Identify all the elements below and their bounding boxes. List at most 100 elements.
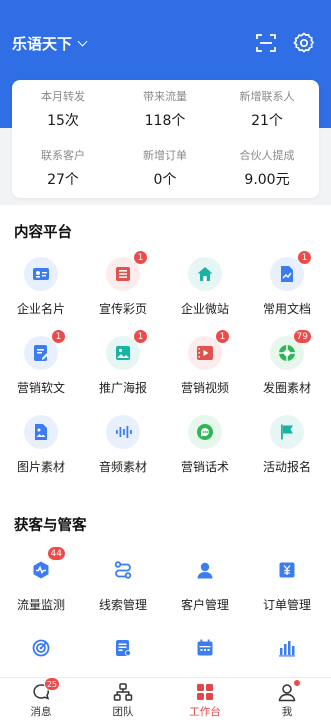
grid-item-label: 图片素材	[16, 460, 65, 474]
tab-label: 团队	[112, 706, 134, 718]
settings-icon[interactable]	[292, 31, 316, 55]
grid-item-document[interactable]: 1 常用文档	[246, 250, 328, 317]
stat-label: 联系客户	[41, 149, 85, 162]
grid-item-business-card[interactable]: 企业名片	[0, 257, 82, 317]
scan-icon[interactable]	[254, 31, 278, 55]
stat-item[interactable]: 本月转发 15次	[12, 88, 114, 130]
badge: 1	[133, 329, 148, 344]
team-icon	[113, 683, 133, 701]
badge: 1	[51, 329, 66, 344]
video-icon	[197, 346, 213, 360]
moments-icon	[279, 345, 295, 361]
grid-item-label: 线索管理	[98, 598, 147, 612]
grid-item-label: 发圈素材	[262, 381, 311, 395]
stat-item[interactable]: 新增订单 0个	[114, 147, 216, 189]
stat-value: 118个	[144, 113, 186, 129]
grid-item-label: 营销软文	[16, 381, 65, 395]
order-icon	[279, 562, 295, 578]
target-icon	[32, 639, 50, 657]
stat-label: 新增订单	[143, 149, 187, 162]
grid-item-list[interactable]	[82, 631, 164, 665]
grid-item-moments[interactable]: 79 发圈素材	[246, 329, 328, 396]
stat-label: 带来流量	[143, 90, 187, 103]
stat-value: 0个	[153, 172, 177, 188]
stat-value: 27个	[47, 172, 79, 188]
grid-item-label: 企业名片	[16, 302, 65, 316]
grid-item-article[interactable]: 1 营销软文	[0, 329, 82, 396]
script-icon	[197, 424, 213, 440]
grid-item-image[interactable]: 图片素材	[0, 415, 82, 475]
grid-item-label: 流量监测	[16, 598, 65, 612]
org-name: 乐语天下	[12, 35, 73, 53]
audio-icon	[116, 426, 132, 438]
grid-item-calendar[interactable]	[164, 631, 246, 665]
document-icon	[281, 266, 293, 282]
grid-item-label: 常用文档	[262, 302, 311, 316]
chevron-down-icon	[77, 36, 88, 47]
stat-value: 9.00元	[244, 172, 290, 188]
stat-item[interactable]: 联系客户 27个	[12, 147, 114, 189]
grid-item-label: 活动报名	[262, 460, 311, 474]
grid-item-poster[interactable]: 1 推广海报	[82, 329, 164, 396]
stat-label: 合伙人提成	[239, 149, 295, 162]
tab-team[interactable]: 团队	[82, 681, 164, 719]
grid-item-customer-management[interactable]: 客户管理	[164, 553, 246, 613]
stat-label: 本月转发	[41, 90, 85, 103]
stat-item[interactable]: 带来流量 118个	[114, 88, 216, 130]
grid-item-target[interactable]	[0, 631, 82, 665]
workbench-panel: 内容平台 企业名片 1 宣传彩页 企业微站 1 常用文档 1 营销软文 1 推广…	[0, 205, 331, 677]
tab-label: 工作台	[189, 706, 221, 718]
badge: 44	[46, 546, 66, 561]
badge: 79	[292, 329, 312, 344]
grid-item-event-signup[interactable]: 活动报名	[246, 415, 328, 475]
tab-label: 我	[281, 706, 293, 718]
stats-card: 本月转发 15次 带来流量 118个 新增联系人 21个 联系客户 27个 新增…	[12, 80, 319, 198]
tab-badge: 25	[43, 677, 60, 691]
grid-item-traffic-monitor[interactable]: 44 流量监测	[0, 546, 82, 613]
grid-item-label: 客户管理	[180, 598, 229, 612]
grid-item-label: 订单管理	[262, 598, 311, 612]
bottom-tabbar: 25 消息 团队 工作台 我	[0, 677, 331, 720]
stat-label: 新增联系人	[239, 90, 295, 103]
customer-icon	[197, 562, 213, 579]
clue-icon	[114, 561, 132, 579]
grid-item-audio[interactable]: 音频素材	[82, 415, 164, 475]
image-icon	[35, 424, 47, 440]
grid-item-label: 企业微站	[180, 302, 229, 316]
badge: 1	[215, 329, 230, 344]
monitor-icon	[33, 561, 49, 579]
stat-item[interactable]: 新增联系人 21个	[216, 88, 318, 130]
workbench-icon	[197, 684, 213, 700]
stat-value: 21个	[251, 113, 283, 129]
org-switcher[interactable]: 乐语天下	[12, 33, 88, 54]
bar-chart-icon	[279, 641, 295, 657]
grid-item-label: 营销话术	[180, 460, 229, 474]
badge: 1	[133, 250, 148, 265]
section-title-acquisition: 获客与管客	[14, 518, 87, 534]
grid-item-label: 营销视频	[180, 381, 229, 395]
stat-item[interactable]: 合伙人提成 9.00元	[216, 147, 318, 189]
tab-label: 消息	[30, 706, 52, 718]
business-card-icon	[33, 268, 49, 280]
grid-item-label: 宣传彩页	[98, 302, 147, 316]
grid-item-label: 推广海报	[98, 381, 147, 395]
section-title-content-platform: 内容平台	[14, 225, 72, 241]
calendar-icon	[197, 639, 213, 656]
badge: 1	[297, 250, 312, 265]
list-icon	[116, 640, 131, 656]
tab-messages[interactable]: 25 消息	[0, 677, 82, 719]
notification-dot	[293, 679, 301, 687]
stat-value: 15次	[47, 113, 79, 129]
microsite-icon	[197, 267, 213, 281]
tab-profile[interactable]: 我	[246, 679, 328, 719]
grid-item-order-management[interactable]: 订单管理	[246, 553, 328, 613]
grid-item-brochure[interactable]: 1 宣传彩页	[82, 250, 164, 317]
grid-item-video[interactable]: 1 营销视频	[164, 329, 246, 396]
grid-item-clue-management[interactable]: 线索管理	[82, 553, 164, 613]
poster-icon	[116, 346, 130, 360]
article-icon	[34, 345, 49, 361]
grid-item-bar-chart[interactable]	[246, 631, 328, 665]
grid-item-microsite[interactable]: 企业微站	[164, 257, 246, 317]
tab-workbench[interactable]: 工作台	[164, 681, 246, 719]
grid-item-script[interactable]: 营销话术	[164, 415, 246, 475]
